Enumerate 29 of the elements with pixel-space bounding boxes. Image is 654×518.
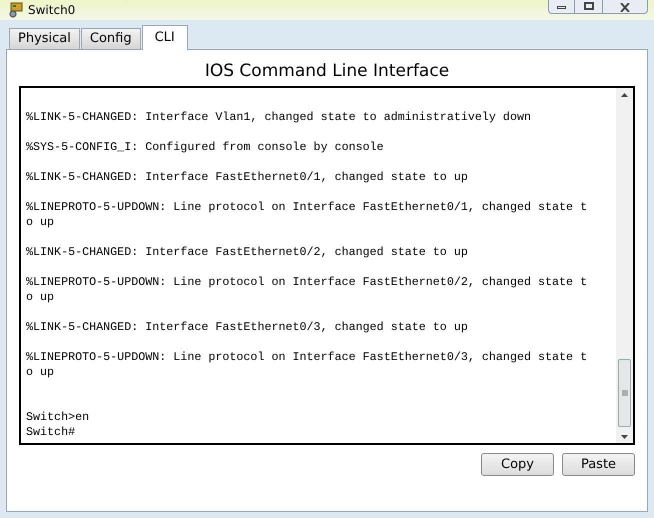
console-line: %LINEPROTO-5-UPDOWN: Line protocol on Interface FastEthernet0/3, changed state t (26, 350, 588, 365)
tab[interactable]: Config (80, 28, 141, 49)
close-icon (620, 3, 630, 12)
scroll-down-icon[interactable] (621, 435, 628, 439)
console-line: Switch>en (26, 410, 90, 425)
tab[interactable]: CLI (142, 25, 188, 50)
close-button[interactable] (602, 0, 648, 14)
console-line: o up (26, 365, 56, 380)
paste-button[interactable]: Paste (562, 453, 635, 476)
device-icon (8, 2, 24, 18)
console-line: %LINEPROTO-5-UPDOWN: Line protocol on Interface FastEthernet0/2, changed state t (26, 275, 588, 290)
console-line: %LINEPROTO-5-UPDOWN: Line protocol on Interface FastEthernet0/1, changed state t (26, 200, 588, 215)
console-line: o up (26, 215, 56, 230)
console-line: Switch# (26, 425, 76, 440)
console-line: o up (26, 290, 56, 305)
console-line: %LINK-5-CHANGED: Interface FastEthernet0/2, changed state to up (26, 245, 469, 260)
console-line: %LINK-5-CHANGED: Interface Vlan1, changed state to administratively down (26, 110, 532, 125)
console-line: %LINK-5-CHANGED: Interface FastEthernet0/3, changed state to up (26, 320, 469, 335)
panel-heading: IOS Command Line Interface (204, 60, 450, 82)
maximize-button[interactable] (575, 0, 602, 14)
console-line: %LINK-5-CHANGED: Interface FastEthernet0/1, changed state to up (26, 170, 469, 185)
scrollbar[interactable] (616, 88, 633, 443)
tab[interactable]: Physical (9, 28, 80, 49)
window-title: Switch0 (28, 2, 76, 19)
copy-button[interactable]: Copy (481, 453, 554, 476)
scroll-thumb[interactable] (618, 359, 631, 427)
minimize-button[interactable] (548, 0, 575, 14)
console-line: %SYS-5-CONFIG_I: Configured from console by console (26, 140, 385, 155)
scroll-up-icon[interactable] (621, 93, 628, 97)
